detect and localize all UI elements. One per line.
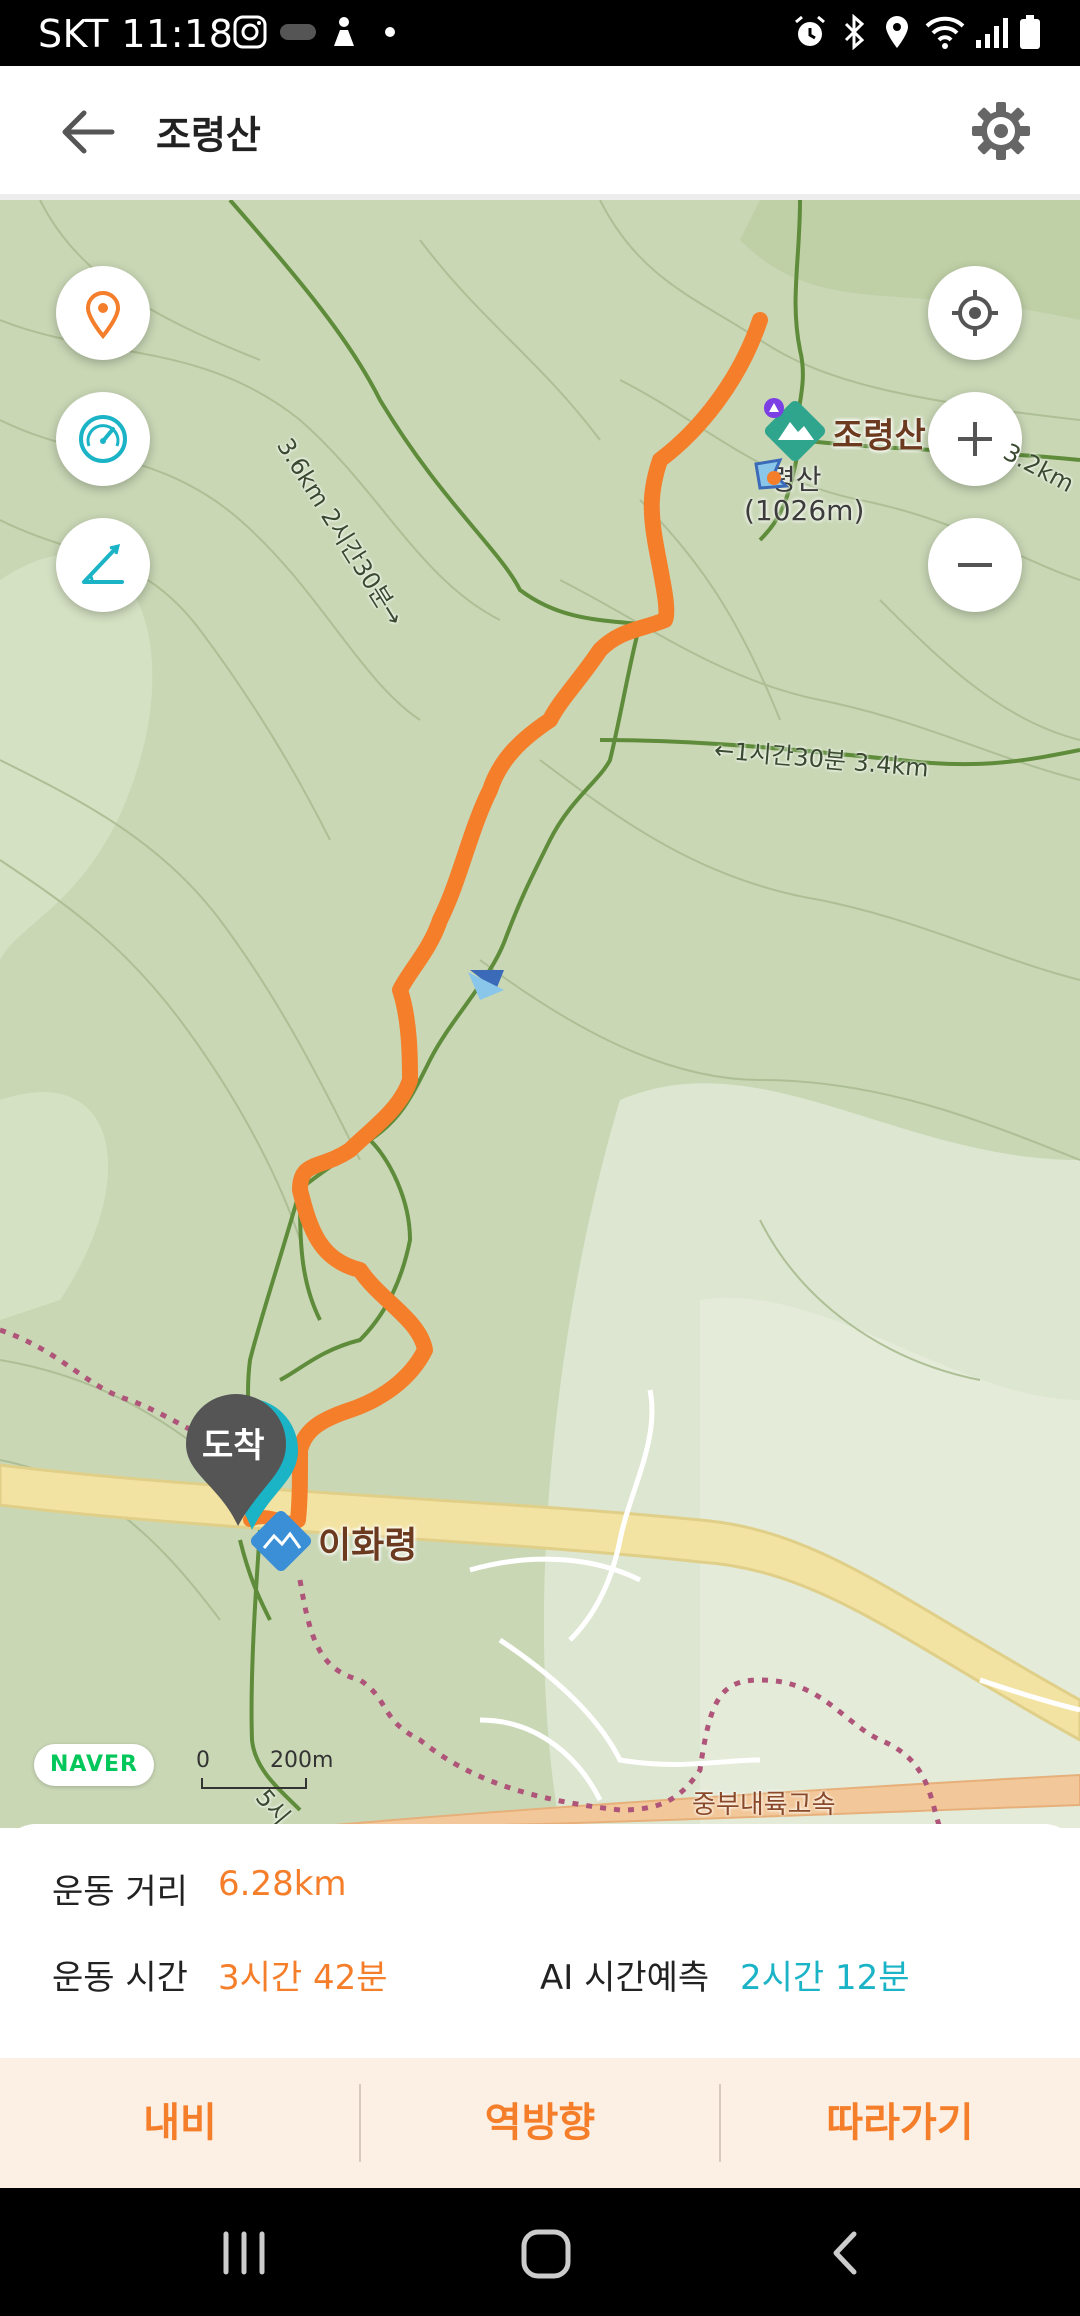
naver-logo: NAVER (34, 1744, 154, 1786)
signal-icon (976, 18, 1008, 48)
ai-estimate-value: 2시간 12분 (740, 1958, 910, 1998)
distance-value: 6.28km (218, 1864, 347, 1904)
battery-icon (1020, 15, 1040, 49)
camp-icon (764, 398, 784, 418)
recent-apps-icon[interactable] (214, 2228, 274, 2278)
my-location-icon (952, 290, 998, 336)
app-bar: 조령산 (0, 66, 1080, 200)
pass-icon (250, 1510, 312, 1572)
follow-button[interactable]: 따라가기 (720, 2058, 1080, 2188)
zoom-in-button[interactable] (928, 392, 1022, 486)
action-bar: 내비 역방향 따라가기 (0, 2058, 1080, 2188)
ai-estimate-label: AI 시간예측 (540, 1958, 710, 1998)
dot-icon (385, 27, 395, 37)
home-icon[interactable] (516, 2224, 576, 2284)
reverse-button[interactable]: 역방향 (360, 2058, 720, 2188)
location-pin-icon (85, 291, 121, 340)
scale-end: 200m (270, 1748, 334, 1773)
instagram-icon (233, 15, 267, 49)
slope-icon (82, 543, 124, 584)
road-name: 중부내륙고속 (692, 1790, 836, 1820)
speed-button[interactable] (56, 392, 150, 486)
scale-bar (201, 1778, 307, 1789)
my-location-button[interactable] (928, 266, 1022, 360)
location-icon (886, 16, 908, 48)
back-icon[interactable] (822, 2228, 872, 2278)
wifi-icon (925, 16, 965, 49)
page-title: 조령산 (156, 113, 261, 157)
bluetooth-icon (844, 14, 865, 50)
location-pin-button[interactable] (56, 266, 150, 360)
scale-start: 0 (196, 1748, 210, 1773)
slope-button[interactable] (56, 518, 150, 612)
peak-elevation: (1026m) (744, 494, 865, 527)
gear-icon[interactable] (968, 98, 1034, 164)
navigation-button[interactable]: 내비 (0, 2058, 360, 2188)
map-scale: 0 200m (196, 1748, 333, 1789)
alarm-icon (795, 15, 825, 46)
status-bar: SKT 11:18 (0, 0, 1080, 66)
speedometer-icon (79, 415, 127, 463)
game-icon (280, 24, 316, 40)
zoom-out-icon (958, 563, 992, 567)
time-value: 3시간 42분 (218, 1958, 388, 1998)
time-label: 운동 시간 (52, 1958, 188, 1998)
zoom-out-button[interactable] (928, 518, 1022, 612)
notification-icon (334, 17, 354, 46)
system-nav-bar (0, 2188, 1080, 2316)
zoom-in-icon (958, 422, 992, 456)
distance-label: 운동 거리 (52, 1872, 188, 1912)
arrow-left-icon[interactable] (56, 100, 120, 164)
status-time: SKT 11:18 (38, 12, 234, 56)
stats-panel: 운동 거리 6.28km 운동 시간 3시간 42분 AI 시간예측 2시간 1… (0, 1824, 1080, 2054)
arrival-label: 도착 (202, 1426, 265, 1466)
peak-name: 조령산 (832, 416, 926, 456)
start-flag-icon (754, 458, 790, 490)
map-view[interactable]: 조령산 령산 (1026m) 3.6km 2시간30분→ ←1시간30분 3.4… (0, 200, 1080, 1828)
pass-name: 이화령 (318, 1525, 418, 1566)
